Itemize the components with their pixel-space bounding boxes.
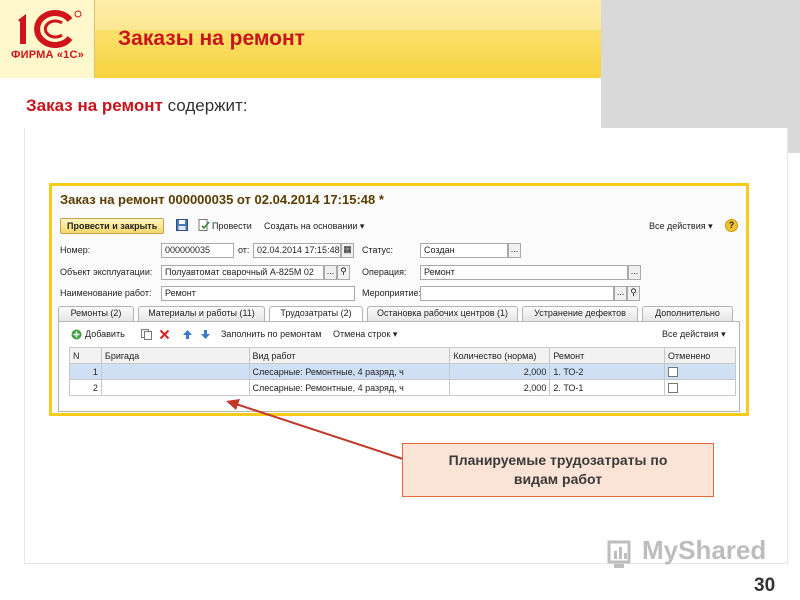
help-icon[interactable]: ? <box>725 219 738 232</box>
column-header-cancelled[interactable]: Отменено <box>664 347 736 364</box>
all-actions-button[interactable]: Все действия ▾ <box>649 219 713 233</box>
callout-line-1: Планируемые трудозатраты по <box>448 452 668 468</box>
work-name-field[interactable]: Ремонт <box>161 286 355 301</box>
tab-labor-costs[interactable]: Трудозатраты (2) <box>269 306 363 322</box>
event-label: Мероприятие: <box>362 288 422 298</box>
cell-repair[interactable]: 2. ТО-1 <box>549 379 666 396</box>
cell-repair[interactable]: 1. ТО-2 <box>549 363 666 380</box>
add-button[interactable]: Добавить <box>85 327 125 341</box>
form-title: Заказ на ремонт 000000035 от 02.04.2014 … <box>60 192 384 207</box>
tab-additional[interactable]: Дополнительно <box>642 306 733 321</box>
callout-line-2: видам работ <box>513 471 603 487</box>
tab-repairs[interactable]: Ремонты (2) <box>58 306 134 321</box>
number-label: Номер: <box>60 245 91 255</box>
status-label: Статус: <box>362 245 393 255</box>
slide-title: Заказы на ремонт <box>118 27 305 50</box>
cell-brigade[interactable] <box>100 379 250 396</box>
subtitle-bold: Заказ на ремонт <box>26 96 163 115</box>
move-up-icon[interactable] <box>182 329 193 340</box>
chevron-down-icon: ▾ <box>392 329 398 339</box>
copy-icon[interactable] <box>141 329 152 340</box>
post-and-close-button[interactable]: Провести и закрыть <box>60 218 165 234</box>
column-header-quantity[interactable]: Количество (норма) <box>449 347 551 364</box>
create-based-on-button[interactable]: Создать на основании ▾ <box>264 219 364 233</box>
operation-select-button[interactable]: ... <box>628 265 641 280</box>
cell-work-type[interactable]: Слесарные: Ремонтные, 4 разряд, ч <box>248 363 451 380</box>
delete-icon[interactable] <box>159 329 170 340</box>
calendar-icon[interactable]: ▦ <box>341 243 354 258</box>
table-row[interactable]: 1 Слесарные: Ремонтные, 4 разряд, ч 2,00… <box>69 363 736 380</box>
status-select-button[interactable]: ... <box>508 243 521 258</box>
date-label: от: <box>238 245 250 255</box>
grid-all-actions-button[interactable]: Все действия ▾ <box>662 327 726 341</box>
table-header-row: N Бригада Вид работ Количество (норма) Р… <box>69 347 736 364</box>
cancelled-checkbox[interactable] <box>668 366 679 377</box>
cancel-rows-label: Отмена строк <box>333 329 391 339</box>
cell-brigade[interactable] <box>100 363 250 380</box>
date-field[interactable]: 02.04.2014 17:15:48 <box>253 243 341 258</box>
labor-costs-table: N Бригада Вид работ Количество (норма) Р… <box>69 347 736 396</box>
company-logo: ФИРМА «1С» <box>0 0 95 78</box>
cell-cancelled <box>664 363 736 380</box>
repair-order-form: Заказ на ремонт 000000035 от 02.04.2014 … <box>49 183 749 416</box>
cell-work-type[interactable]: Слесарные: Ремонтные, 4 разряд, ч <box>248 379 451 396</box>
chevron-down-icon: ▾ <box>708 221 713 231</box>
search-icon[interactable]: ⚲ <box>627 286 640 301</box>
watermark-text: MyShared <box>642 535 767 565</box>
all-actions-label: Все действия <box>649 221 706 231</box>
slide-subtitle: Заказ на ремонт содержит: <box>26 96 248 116</box>
save-icon[interactable] <box>176 219 188 231</box>
column-header-brigade[interactable]: Бригада <box>100 347 250 364</box>
tab-defect-elimination[interactable]: Устранение дефектов <box>522 306 638 321</box>
myshared-logo-icon <box>607 540 631 568</box>
column-header-n[interactable]: N <box>69 347 102 364</box>
table-row[interactable]: 2 Слесарные: Ремонтные, 4 разряд, ч 2,00… <box>69 379 736 396</box>
chevron-down-icon: ▾ <box>359 221 365 231</box>
work-name-label: Наименование работ: <box>60 288 152 298</box>
object-label: Объект эксплуатации: <box>60 267 153 277</box>
column-header-work-type[interactable]: Вид работ <box>248 347 451 364</box>
cancelled-checkbox[interactable] <box>668 382 679 393</box>
cell-quantity[interactable]: 2,000 <box>449 379 551 396</box>
cell-n: 2 <box>69 379 102 396</box>
search-icon[interactable]: ⚲ <box>337 265 350 280</box>
subtitle-rest: содержит: <box>162 96 248 115</box>
tab-materials-works[interactable]: Материалы и работы (11) <box>138 306 265 321</box>
chevron-down-icon: ▾ <box>721 329 726 339</box>
object-select-button[interactable]: ... <box>324 265 337 280</box>
move-down-icon[interactable] <box>200 329 211 340</box>
operation-label: Операция: <box>362 267 407 277</box>
cell-quantity[interactable]: 2,000 <box>449 363 551 380</box>
page-number: 30 <box>754 575 776 596</box>
callout-box: Планируемые трудозатраты по видам работ <box>402 443 714 497</box>
post-document-icon <box>198 219 210 231</box>
number-field[interactable]: 000000035 <box>161 243 234 258</box>
cancel-rows-button[interactable]: Отмена строк ▾ <box>333 327 397 341</box>
cell-cancelled <box>664 379 736 396</box>
post-button[interactable]: Провести <box>212 219 252 233</box>
object-field[interactable]: Полуавтомат сварочный А-825М 02 <box>161 265 324 280</box>
event-select-button[interactable]: ... <box>614 286 627 301</box>
1c-logo-icon <box>18 10 82 48</box>
status-field[interactable]: Создан <box>420 243 508 258</box>
tab-work-center-stops[interactable]: Остановка рабочих центров (1) <box>367 306 518 321</box>
labor-costs-panel: Добавить Заполнить по ремонтам Отмена ст… <box>58 321 740 412</box>
cell-n: 1 <box>69 363 102 380</box>
grid-all-actions-label: Все действия <box>662 329 719 339</box>
fill-by-repairs-button[interactable]: Заполнить по ремонтам <box>221 327 321 341</box>
column-header-repair[interactable]: Ремонт <box>549 347 666 364</box>
event-field[interactable] <box>420 286 614 301</box>
add-icon <box>71 329 82 340</box>
create-based-label: Создать на основании <box>264 221 358 231</box>
logo-text: ФИРМА «1С» <box>11 49 84 61</box>
operation-field[interactable]: Ремонт <box>420 265 628 280</box>
